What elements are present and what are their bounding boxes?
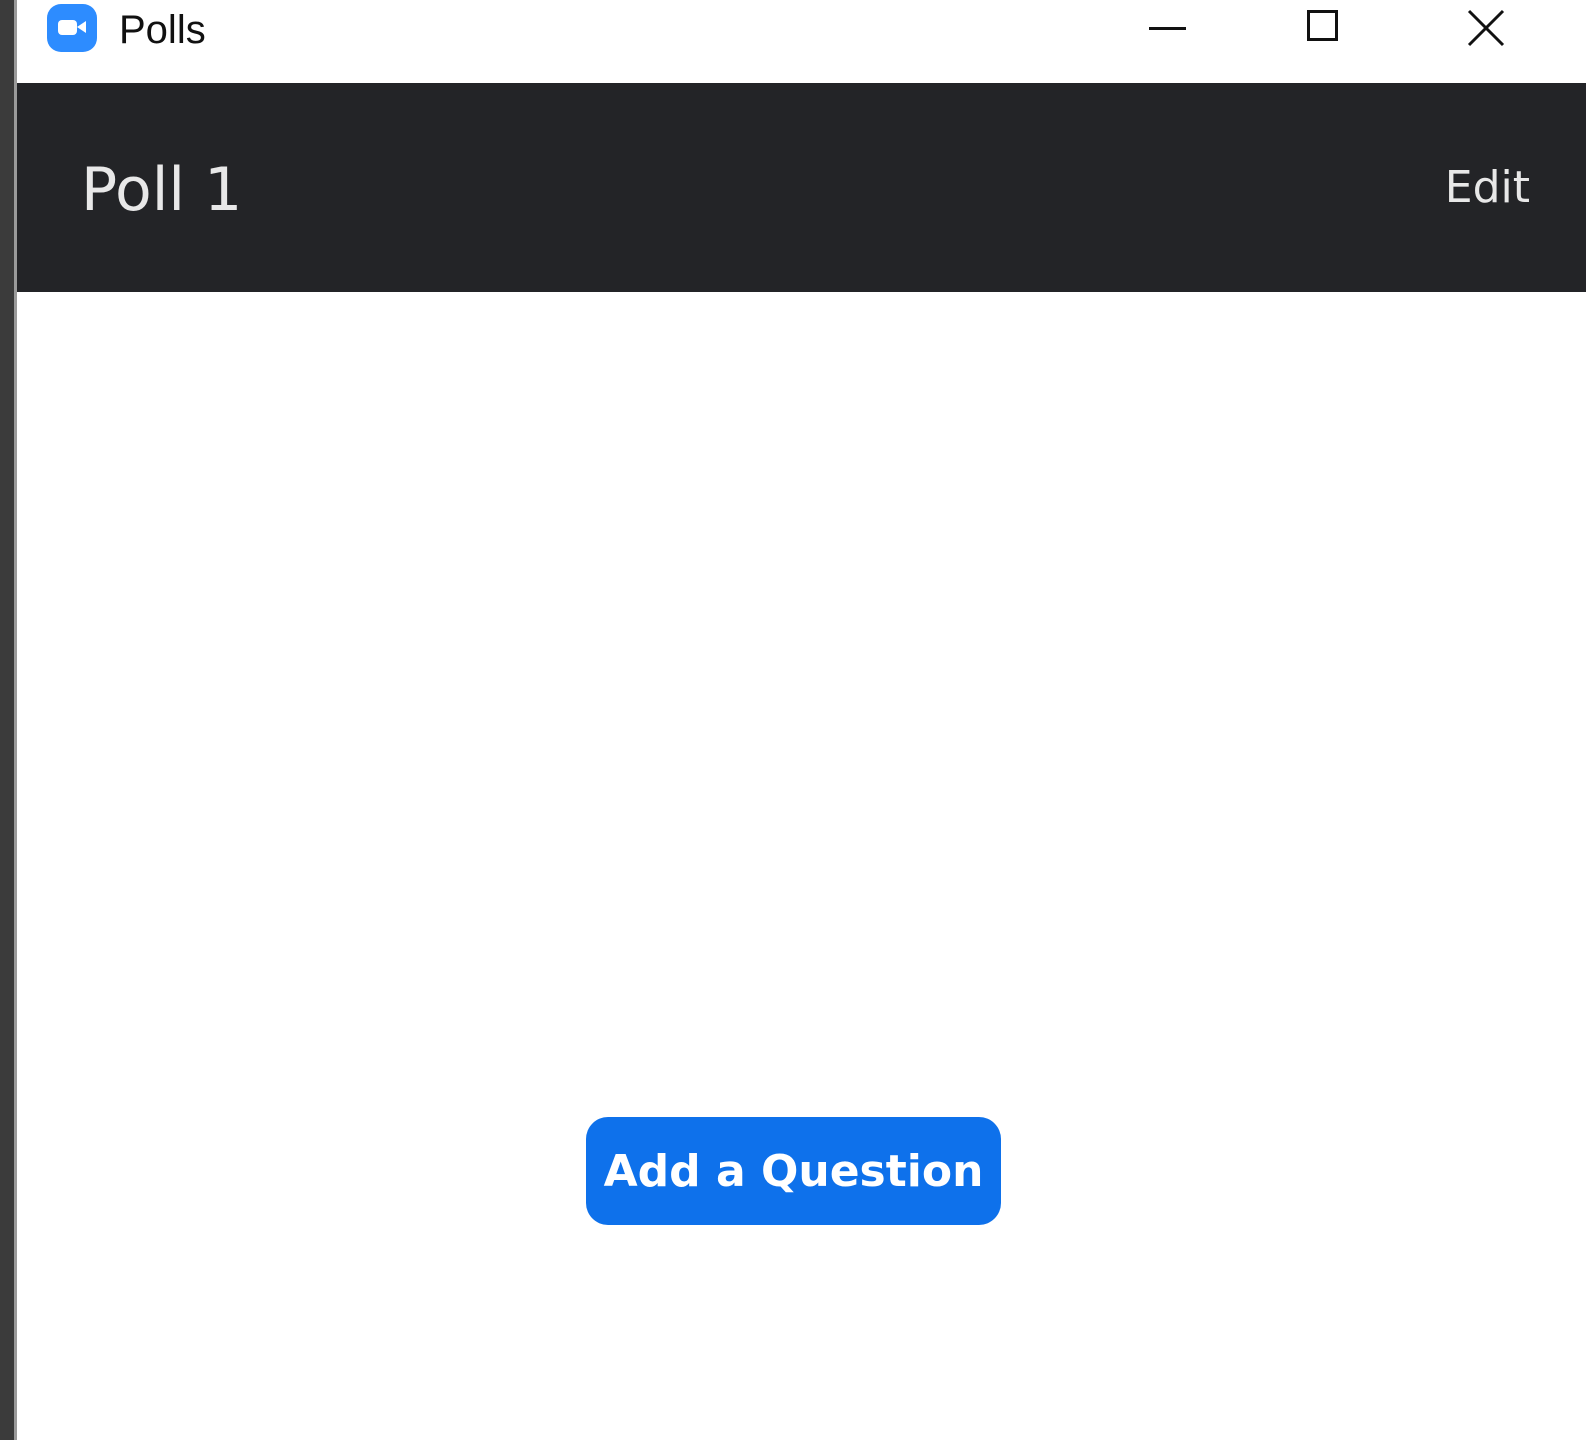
title-bar: Polls: [17, 0, 1586, 83]
poll-title: Poll 1: [81, 155, 243, 225]
zoom-camera-icon: [47, 4, 97, 52]
minimize-button[interactable]: [1107, 0, 1227, 56]
maximize-icon: [1307, 10, 1338, 41]
window-title: Polls: [119, 8, 206, 52]
poll-content-area: Add a Question: [17, 292, 1586, 1440]
camera-lens: [77, 21, 86, 33]
add-question-button[interactable]: Add a Question: [586, 1117, 1001, 1225]
edit-button[interactable]: Edit: [1445, 163, 1530, 213]
poll-header: Poll 1 Edit: [17, 83, 1586, 292]
background-window-edge: [0, 0, 14, 1440]
maximize-button[interactable]: [1265, 0, 1385, 56]
close-button[interactable]: [1425, 0, 1545, 56]
camera-body: [58, 20, 77, 35]
polls-window: Polls Poll 1 Edit Add a Question: [0, 0, 1586, 1440]
close-icon: [1467, 9, 1505, 47]
minimize-icon: [1149, 27, 1186, 30]
